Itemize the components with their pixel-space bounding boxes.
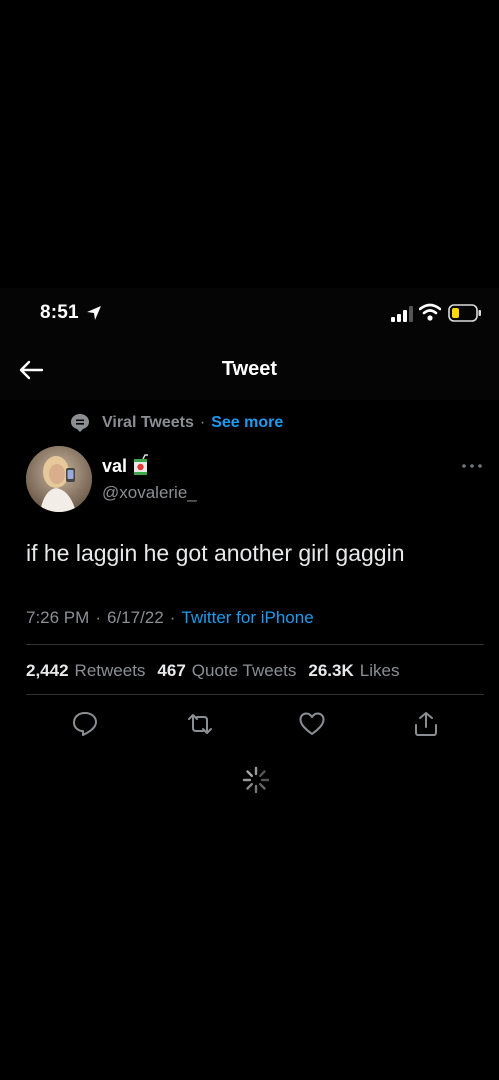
tweet-time: 7:26 PM: [26, 608, 90, 627]
status-bar: 8:51: [0, 288, 499, 340]
phone-screen: 8:51 Tweet Viral Tweets · See more val @…: [0, 288, 499, 1080]
retweets-count[interactable]: 2,442: [26, 661, 69, 681]
tweet-source-link[interactable]: Twitter for iPhone: [181, 608, 313, 628]
retweet-icon[interactable]: [186, 710, 214, 738]
avatar[interactable]: [26, 446, 92, 512]
quote-tweets-label[interactable]: Quote Tweets: [192, 661, 297, 681]
meta-separator: ·: [95, 608, 101, 627]
divider: [26, 644, 484, 645]
wifi-icon: [419, 303, 441, 321]
nav-header: Tweet: [0, 340, 499, 400]
share-icon[interactable]: [412, 710, 440, 738]
topic-icon: [71, 414, 89, 432]
page-title: Tweet: [221, 358, 278, 380]
tweet-date: 6/17/22: [106, 608, 164, 627]
screen: 8:51 Tweet Viral Tweets · See more val @…: [0, 0, 499, 1080]
topic-context: Viral Tweets · See more: [70, 410, 283, 436]
see-more-link[interactable]: See more: [211, 414, 283, 432]
author-handle[interactable]: @xovalerie_: [102, 483, 197, 503]
cellular-signal-icon: [391, 306, 413, 322]
context-separator: ·: [199, 414, 206, 431]
author-name-row: val: [102, 453, 150, 477]
meta-separator: ·: [169, 608, 176, 627]
like-icon[interactable]: [298, 710, 326, 738]
quote-tweets-count[interactable]: 467: [157, 661, 185, 681]
likes-count[interactable]: 26.3K: [308, 661, 353, 681]
juice-box-icon: [134, 453, 149, 475]
likes-label[interactable]: Likes: [360, 661, 400, 681]
tweet-meta: 7:26 PM · 6/17/22 · Twitter for iPhone: [26, 608, 314, 628]
more-options-icon[interactable]: [461, 462, 483, 470]
divider: [26, 694, 484, 695]
loading-spinner-icon: [242, 766, 270, 794]
reply-icon[interactable]: [71, 710, 99, 738]
location-arrow-icon: [87, 306, 101, 320]
status-time: 8:51: [40, 302, 79, 323]
topic-label[interactable]: Viral Tweets: [102, 414, 194, 432]
retweets-label[interactable]: Retweets: [75, 661, 146, 681]
tweet-stats: 2,442 Retweets 467 Quote Tweets 26.3K Li…: [26, 661, 411, 681]
author-name[interactable]: val: [102, 456, 127, 477]
tweet-text: if he laggin he got another girl gaggin: [26, 540, 405, 566]
battery-low-icon: [448, 304, 481, 322]
